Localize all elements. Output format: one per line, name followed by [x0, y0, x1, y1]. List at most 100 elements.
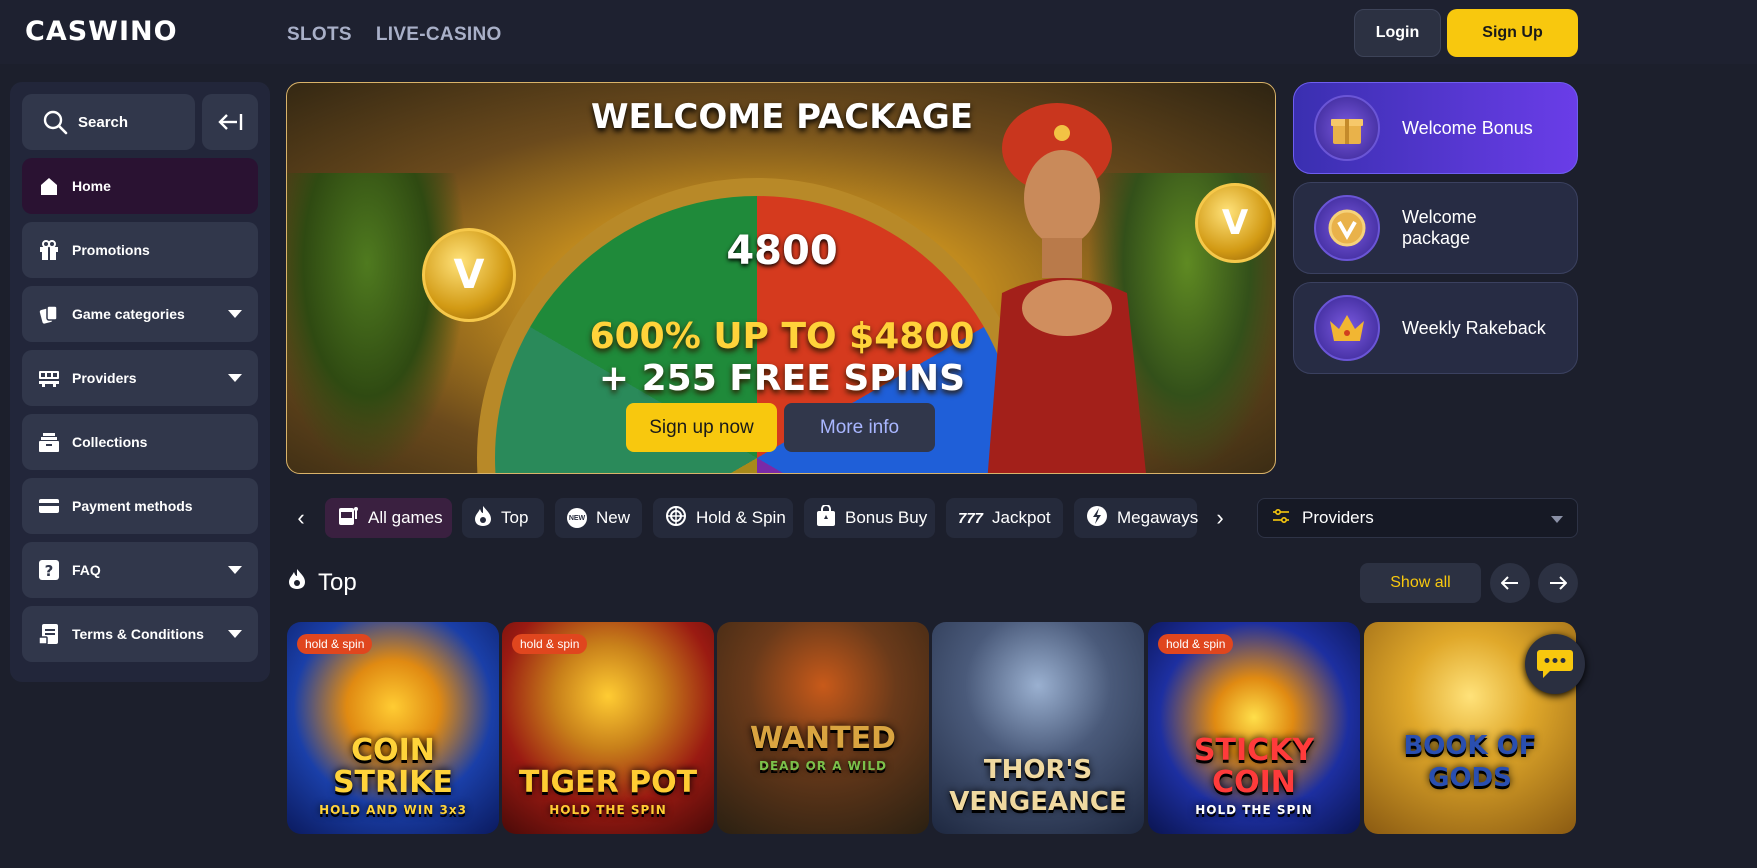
category-label: Top [501, 508, 529, 527]
sidebar-item-label: Collections [72, 434, 148, 450]
carousel-prev-button[interactable] [1490, 563, 1530, 603]
gift-icon [38, 239, 60, 261]
sidebar-item-game-categories[interactable]: Game categories [22, 286, 258, 342]
search-button[interactable]: Search [22, 94, 195, 150]
nav-slots[interactable]: SLOTS [287, 24, 352, 46]
wheel-value: 4800 [726, 228, 838, 274]
svg-text:?: ? [45, 562, 54, 580]
coin-icon [1314, 195, 1380, 261]
providers-dropdown[interactable]: Providers [1257, 498, 1578, 538]
nav-live-casino[interactable]: LIVE-CASINO [376, 24, 502, 46]
fire-icon [288, 568, 306, 597]
sidebar-item-terms[interactable]: Terms & Conditions [22, 606, 258, 662]
categories-next-button[interactable]: › [1208, 498, 1232, 538]
hostess-illustration [987, 103, 1146, 473]
search-label: Search [78, 113, 129, 131]
sidebar: Search Home Promotions Game categories P… [10, 82, 270, 682]
sidebar-item-label: Home [72, 178, 111, 194]
show-all-button[interactable]: Show all [1360, 563, 1481, 603]
fire-icon [474, 505, 492, 532]
sidebar-item-label: Payment methods [72, 498, 193, 514]
category-hold-spin[interactable]: Hold & Spin [653, 498, 793, 538]
sign-up-now-button[interactable]: Sign up now [626, 403, 777, 452]
category-label: Megaways [1117, 508, 1199, 527]
sidebar-item-payment-methods[interactable]: Payment methods [22, 478, 258, 534]
chevron-down-icon [228, 374, 242, 382]
arrow-left-icon [1501, 576, 1518, 590]
game-title: COIN STRIKE HOLD AND WIN 3x3 [319, 733, 467, 818]
shopping-bag-icon [816, 503, 836, 532]
game-title: WANTED DEAD OR A WILD [750, 721, 896, 774]
game-tile-coin-strike[interactable]: hold & spin COIN STRIKE HOLD AND WIN 3x3 [287, 622, 499, 834]
sidebar-item-providers[interactable]: Providers [22, 350, 258, 406]
login-button[interactable]: Login [1354, 9, 1441, 57]
game-tile-wanted[interactable]: WANTED DEAD OR A WILD [717, 622, 929, 834]
category-bonus-buy[interactable]: Bonus Buy [804, 498, 935, 538]
arrow-right-icon [1550, 576, 1567, 590]
promo-label: Weekly Rakeback [1402, 317, 1546, 338]
offer-line-1: 600% UP TO $4800 [589, 316, 975, 357]
carousel-next-button[interactable] [1538, 563, 1578, 603]
category-label: Hold & Spin [696, 508, 786, 527]
cards-icon [38, 303, 60, 325]
game-title: THOR'S VENGEANCE [949, 755, 1127, 817]
collections-icon [38, 431, 60, 453]
chat-bubble-icon [1537, 650, 1573, 678]
hero-offer: 600% UP TO $4800 + 255 FREE SPINS [287, 316, 1275, 400]
category-all-games[interactable]: All games [325, 498, 452, 538]
slot-machine-icon [337, 505, 359, 532]
sidebar-item-home[interactable]: Home [22, 158, 258, 214]
more-info-button[interactable]: More info [784, 403, 935, 452]
game-tile-thors-vengeance[interactable]: THOR'S VENGEANCE [932, 622, 1144, 834]
category-label: All games [368, 508, 443, 527]
sidebar-item-collections[interactable]: Collections [22, 414, 258, 470]
hero-banner[interactable]: V V WELCOME PACKAGE 4800 600% UP TO $480… [286, 82, 1276, 474]
sidebar-item-label: Game categories [72, 306, 185, 322]
category-top[interactable]: Top [462, 498, 544, 538]
offer-line-2: + 255 FREE SPINS [598, 358, 966, 399]
promo-welcome-bonus[interactable]: Welcome Bonus [1293, 82, 1578, 174]
providers-dropdown-label: Providers [1302, 508, 1374, 527]
collapse-sidebar-button[interactable] [202, 94, 258, 150]
game-tile-tiger-pot[interactable]: hold & spin TIGER POT HOLD THE SPIN [502, 622, 714, 834]
section-header: Top [288, 568, 357, 597]
category-new[interactable]: NEW New [555, 498, 642, 538]
home-icon [38, 175, 60, 197]
new-badge-icon: NEW [567, 508, 587, 528]
gift-box-icon [1314, 95, 1380, 161]
category-jackpot[interactable]: 777 Jackpot [946, 498, 1063, 538]
megaways-icon [1086, 505, 1108, 532]
game-title: STICKY COIN HOLD THE SPIN [1193, 733, 1315, 818]
hold-spin-badge: hold & spin [297, 634, 373, 654]
crown-icon [1314, 295, 1380, 361]
chevron-down-icon [228, 630, 242, 638]
sidebar-item-faq[interactable]: ? FAQ [22, 542, 258, 598]
promo-welcome-package[interactable]: Welcome package [1293, 182, 1578, 274]
promo-label: Welcome package [1402, 207, 1477, 248]
game-tile-sticky-coin[interactable]: hold & spin STICKY COIN HOLD THE SPIN [1148, 622, 1360, 834]
category-label: New [595, 508, 630, 527]
signup-button[interactable]: Sign Up [1447, 9, 1578, 57]
section-title: Top [318, 568, 357, 596]
jackpot-777-icon: 777 [958, 509, 984, 527]
hero-title: WELCOME PACKAGE [590, 97, 973, 137]
sidebar-item-label: Promotions [72, 242, 150, 258]
categories-prev-button[interactable]: ‹ [289, 498, 313, 538]
chevron-down-icon [228, 310, 242, 318]
top-nav: SLOTS LIVE-CASINO [287, 24, 502, 46]
filter-sliders-icon [1272, 508, 1290, 529]
hold-spin-badge: hold & spin [512, 634, 588, 654]
hold-spin-badge: hold & spin [1158, 634, 1234, 654]
promo-weekly-rakeback[interactable]: Weekly Rakeback [1293, 282, 1578, 374]
category-megaways[interactable]: Megaways [1074, 498, 1199, 538]
sidebar-item-label: Terms & Conditions [72, 626, 204, 642]
top-header: CASWINO SLOTS LIVE-CASINO Login Sign Up [0, 0, 1757, 64]
credit-card-icon [38, 495, 60, 517]
chevron-down-icon [1551, 516, 1563, 523]
document-icon [38, 623, 60, 645]
live-chat-button[interactable] [1525, 634, 1585, 694]
caswino-logo[interactable]: CASWINO [25, 16, 178, 47]
sidebar-item-promotions[interactable]: Promotions [22, 222, 258, 278]
spin-icon [665, 505, 687, 532]
providers-icon [38, 367, 60, 389]
